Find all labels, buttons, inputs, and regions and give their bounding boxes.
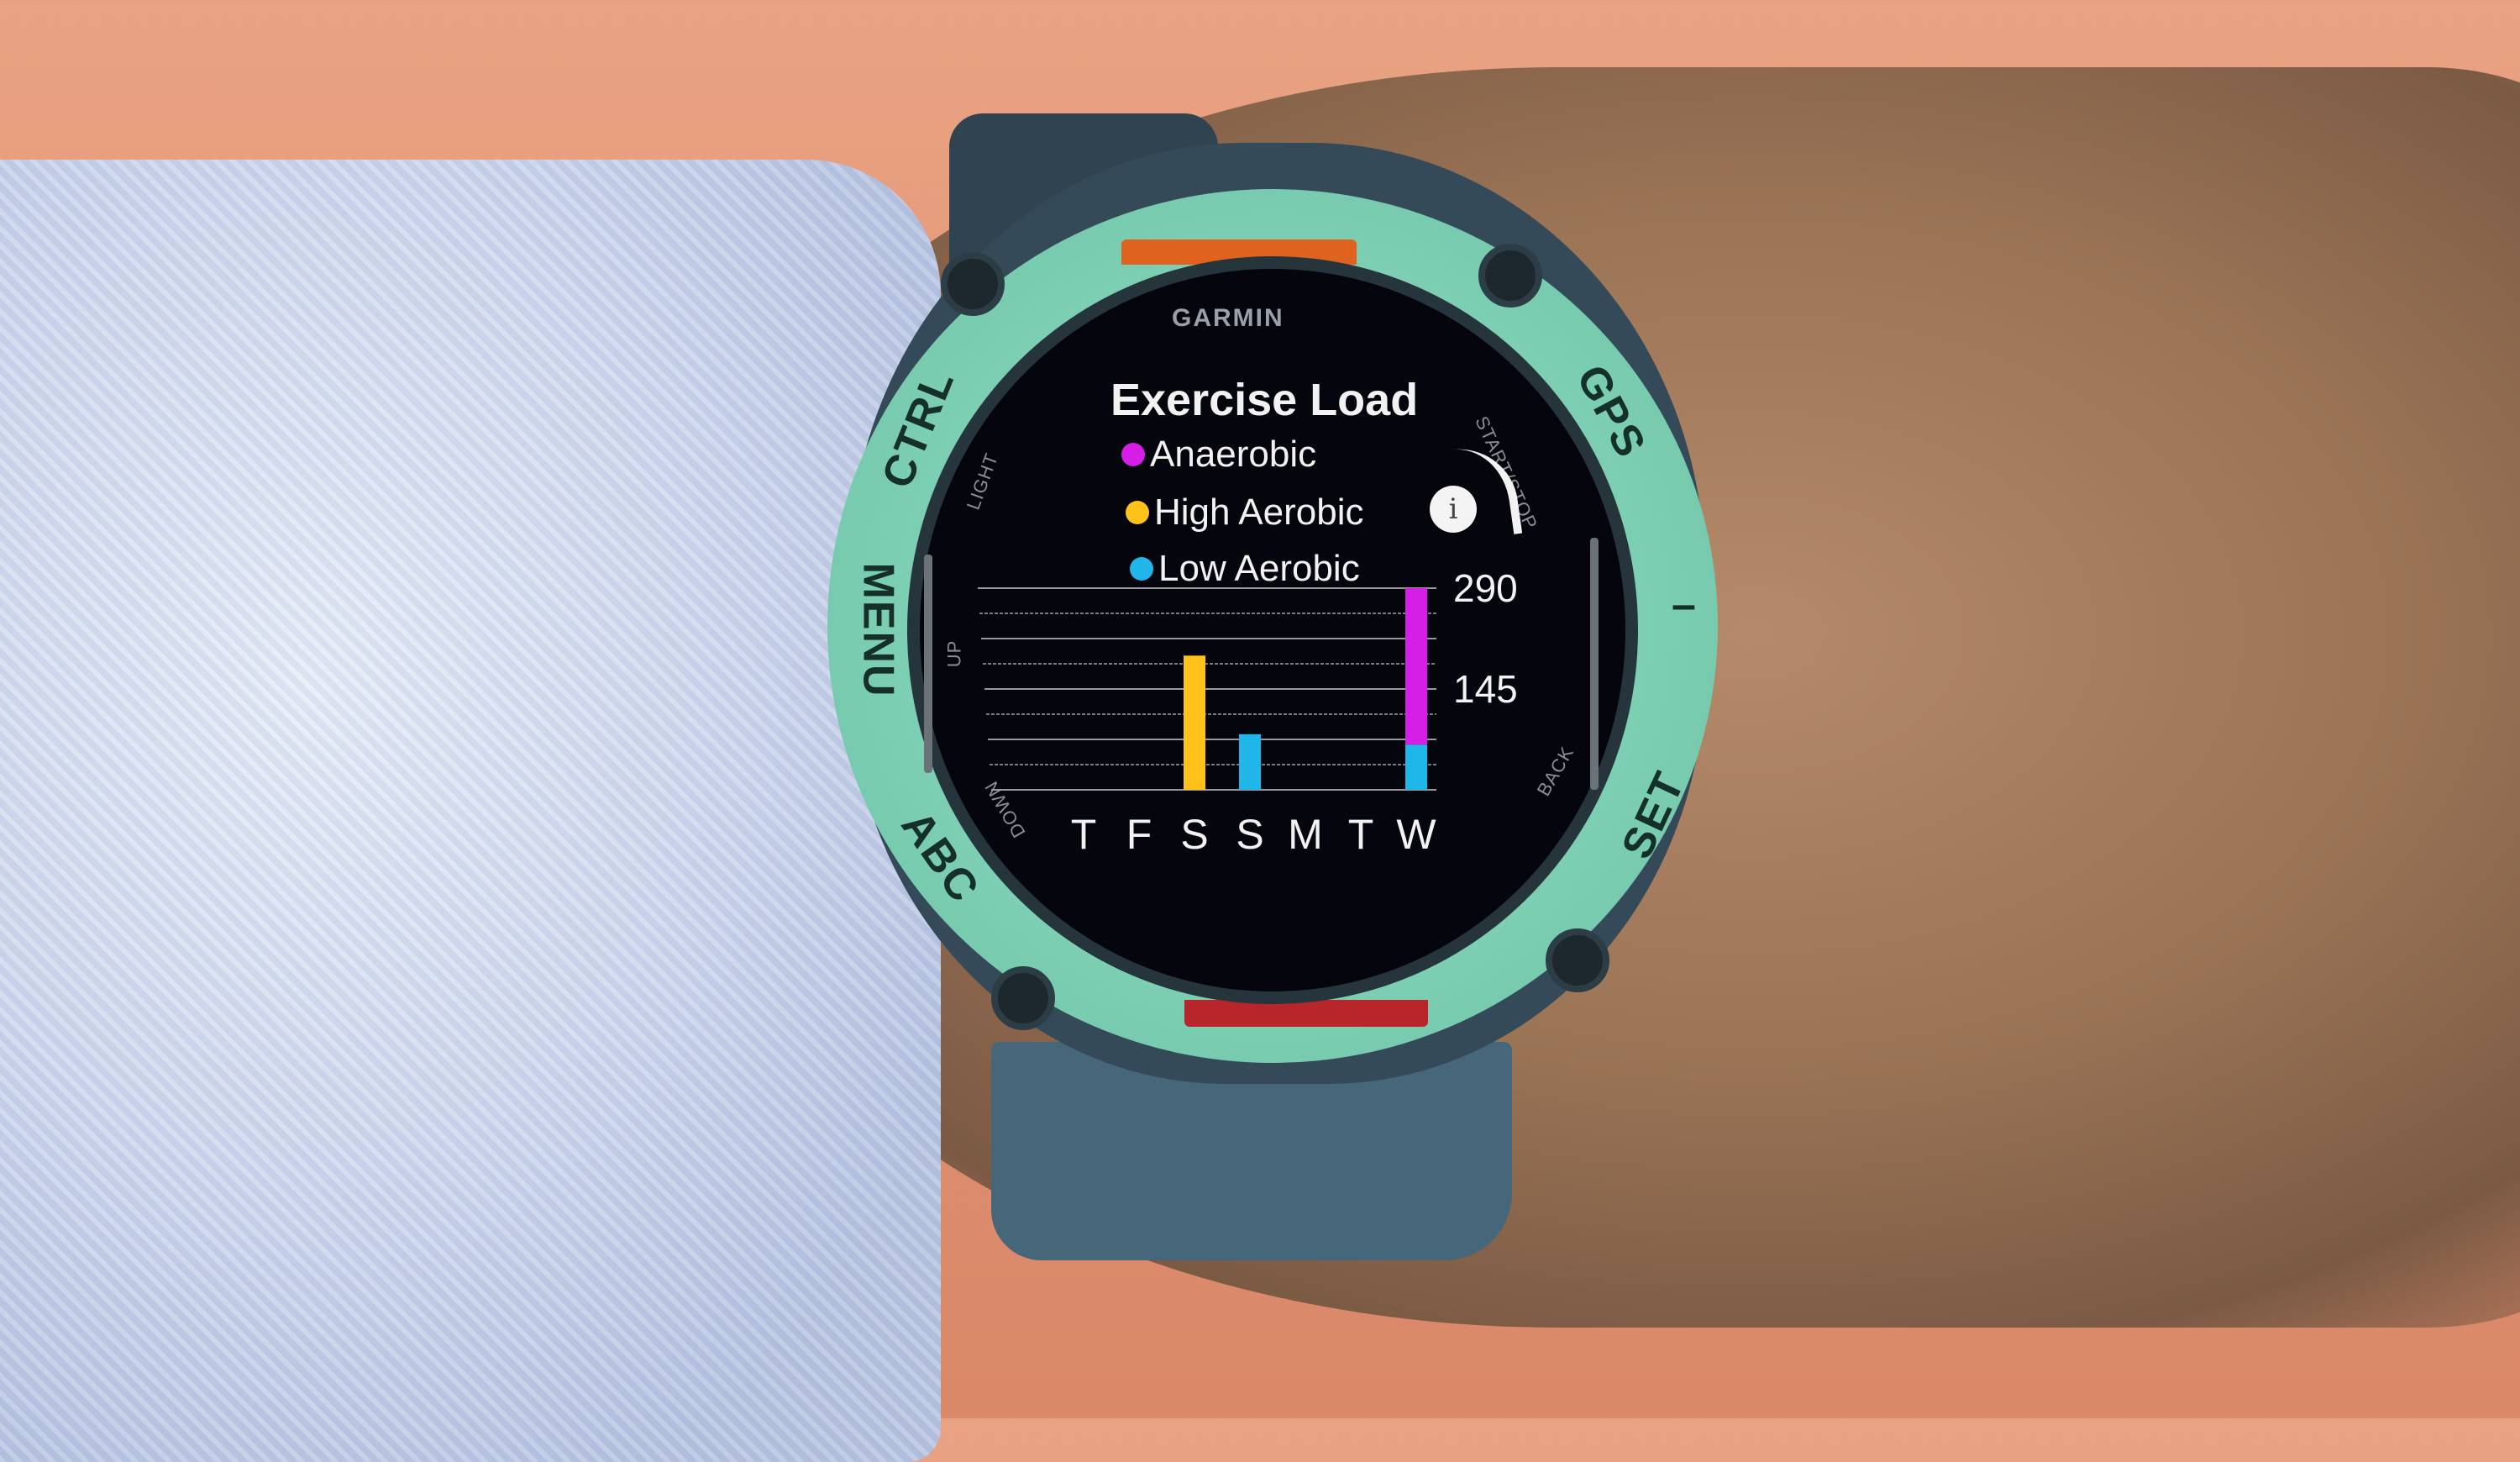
chart-x-ticks: TFSSMTW (1071, 811, 1437, 858)
bar-anaerobic (1405, 588, 1427, 745)
legend-item-anaerobic: Anaerobic (1121, 434, 1316, 476)
legend-dot-high-aerobic (1126, 501, 1149, 524)
bar-high-aerobic (1184, 655, 1205, 790)
bezel-screw (941, 252, 1005, 316)
x-tick-label: W (1396, 811, 1436, 858)
exercise-load-chart: 145290 TFSSMTW (978, 571, 1518, 858)
sleeve-background (0, 160, 941, 1462)
bezel-screw (1478, 244, 1542, 308)
chart-grid (978, 587, 1436, 791)
x-tick-label: S (1236, 811, 1263, 858)
bezel-label-minus: – (1672, 581, 1698, 629)
legend-label-high-aerobic: High Aerobic (1154, 492, 1364, 533)
bezel-label-menu: MENU (853, 562, 903, 698)
y-tick-label: 290 (1453, 571, 1518, 610)
legend-item-high-aerobic: High Aerobic (1126, 492, 1363, 534)
x-tick-label: T (1348, 811, 1374, 858)
bezel-screw (1546, 928, 1609, 992)
brand-logo: GARMIN (1172, 304, 1284, 332)
x-tick-label: T (1071, 811, 1097, 858)
x-tick-label: S (1180, 811, 1208, 858)
bar-low-aerobic (1239, 734, 1261, 790)
screen-title: Exercise Load (1110, 375, 1419, 425)
legend-label-anaerobic: Anaerobic (1150, 434, 1317, 475)
bar-low-aerobic (1405, 744, 1427, 790)
bezel-red-marker (1184, 1000, 1428, 1027)
x-tick-label: F (1126, 811, 1152, 858)
screen-edge-indicator (924, 555, 932, 773)
y-tick-label: 145 (1453, 667, 1518, 711)
x-tick-label: M (1288, 811, 1323, 858)
chart-y-ticks: 145 290 (1453, 571, 1518, 711)
screen-edge-indicator (1590, 538, 1599, 790)
legend-dot-anaerobic (1121, 443, 1145, 466)
bezel-screw (991, 966, 1055, 1030)
